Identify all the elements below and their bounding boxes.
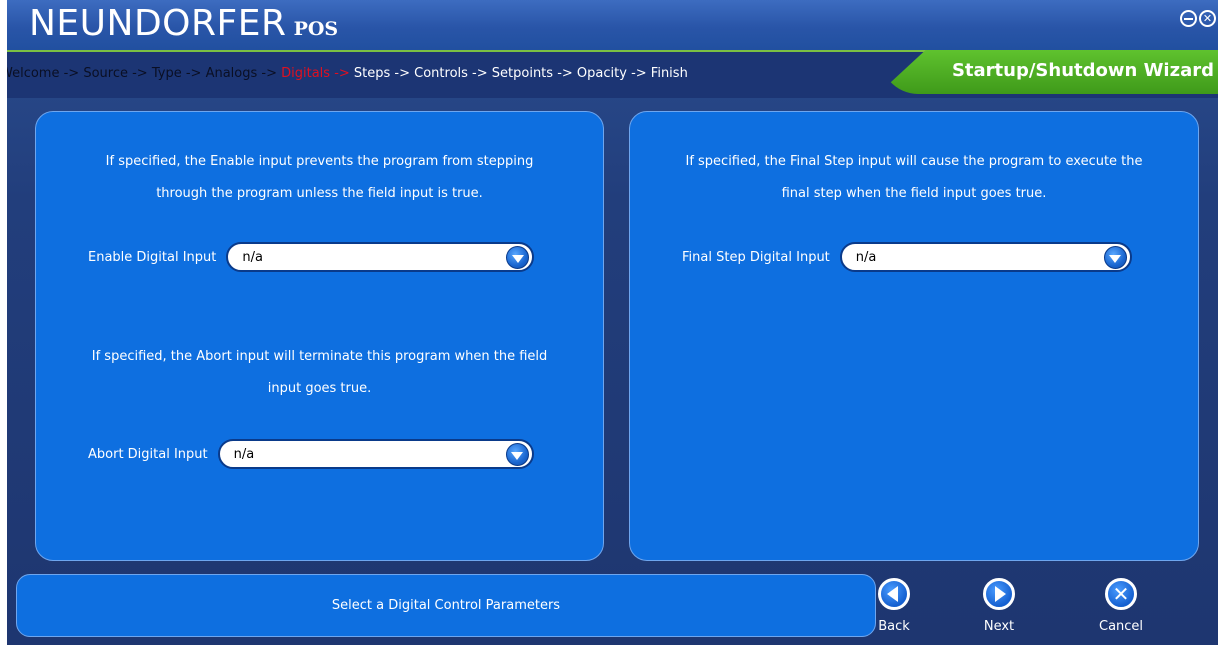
enable-abort-panel: If specified, the Enable input prevents … bbox=[35, 111, 604, 561]
breadcrumb: Welcome -> Source -> Type -> Analogs -> … bbox=[7, 66, 688, 81]
status-message-panel: Select a Digital Control Parameters bbox=[16, 574, 876, 637]
final-desc-line: If specified, the Final Step input will … bbox=[685, 154, 1143, 169]
enable-select-value: n/a bbox=[242, 249, 263, 265]
status-message: Select a Digital Control Parameters bbox=[331, 598, 561, 613]
abort-digital-input-select[interactable]: n/a bbox=[217, 439, 534, 469]
abort-field-row: Abort Digital Input n/a bbox=[88, 439, 534, 469]
final-desc-line: final step when the field input goes tru… bbox=[781, 186, 1047, 201]
next-label: Next bbox=[983, 619, 1015, 634]
final-step-select-value: n/a bbox=[855, 249, 877, 265]
enable-desc-line: If specified, the Enable input prevents … bbox=[105, 154, 534, 169]
breadcrumb-separator: -> bbox=[626, 66, 651, 81]
dropdown-arrow-icon[interactable] bbox=[506, 246, 530, 269]
wizard-window: NEUNDORFER POS ✕ Welcome -> Source -> Ty… bbox=[7, 0, 1218, 645]
breadcrumb-step-setpoints: Setpoints bbox=[491, 66, 554, 81]
breadcrumb-step-welcome: Welcome bbox=[7, 66, 60, 81]
dropdown-arrow-icon[interactable] bbox=[505, 443, 529, 466]
enable-desc-line: through the program unless the field inp… bbox=[156, 186, 483, 201]
breadcrumb-separator: -> bbox=[330, 66, 354, 81]
abort-desc-line: input goes true. bbox=[267, 381, 372, 396]
breadcrumb-separator: -> bbox=[553, 66, 577, 81]
abort-description: If specified, the Abort input will termi… bbox=[36, 341, 603, 405]
app-logo: NEUNDORFER POS bbox=[29, 3, 338, 44]
breadcrumb-separator: -> bbox=[127, 66, 152, 81]
close-circle-icon[interactable]: ✕ bbox=[1199, 10, 1216, 27]
final-step-panel: If specified, the Final Step input will … bbox=[629, 111, 1199, 561]
breadcrumb-step-finish: Finish bbox=[650, 66, 688, 81]
breadcrumb-step-controls: Controls bbox=[414, 66, 468, 81]
minimize-circle-icon[interactable] bbox=[1180, 10, 1197, 27]
final-step-digital-input-select[interactable]: n/a bbox=[839, 242, 1132, 272]
final-step-field-row: Final Step Digital Input n/a bbox=[682, 242, 1132, 272]
brand-name: NEUNDORFER bbox=[29, 3, 287, 44]
breadcrumb-step-digitals: Digitals bbox=[281, 66, 331, 81]
cancel-button[interactable]: ✕ Cancel bbox=[1099, 578, 1143, 634]
breadcrumb-step-type: Type bbox=[151, 66, 182, 81]
enable-field-row: Enable Digital Input n/a bbox=[88, 242, 535, 272]
cancel-x-icon[interactable]: ✕ bbox=[1105, 578, 1138, 610]
back-arrow-icon[interactable] bbox=[878, 578, 910, 610]
breadcrumb-separator: -> bbox=[181, 66, 206, 81]
title-bar: NEUNDORFER POS ✕ bbox=[7, 0, 1218, 50]
enable-label: Enable Digital Input bbox=[88, 249, 217, 265]
breadcrumb-separator: -> bbox=[59, 66, 84, 81]
breadcrumb-separator: -> bbox=[257, 66, 282, 81]
next-arrow-icon[interactable] bbox=[983, 578, 1015, 610]
breadcrumb-step-source: Source bbox=[83, 66, 128, 81]
wizard-title: Startup/Shutdown Wizard bbox=[951, 60, 1214, 81]
dropdown-arrow-icon[interactable] bbox=[1103, 246, 1127, 269]
back-button[interactable]: Back bbox=[878, 578, 910, 634]
brand-suffix: POS bbox=[293, 18, 339, 40]
enable-description: If specified, the Enable input prevents … bbox=[36, 146, 603, 210]
abort-select-value: n/a bbox=[233, 446, 255, 462]
breadcrumb-step-opacity: Opacity bbox=[576, 66, 627, 81]
cancel-label: Cancel bbox=[1099, 619, 1144, 634]
abort-label: Abort Digital Input bbox=[88, 446, 208, 462]
back-label: Back bbox=[878, 619, 910, 634]
breadcrumb-step-analogs: Analogs bbox=[205, 66, 258, 81]
breadcrumb-step-steps: Steps bbox=[353, 66, 391, 81]
breadcrumb-separator: -> bbox=[467, 66, 492, 81]
abort-desc-line: If specified, the Abort input will termi… bbox=[91, 349, 548, 364]
enable-digital-input-select[interactable]: n/a bbox=[226, 242, 535, 272]
breadcrumb-separator: -> bbox=[390, 66, 415, 81]
next-button[interactable]: Next bbox=[983, 578, 1015, 634]
final-step-label: Final Step Digital Input bbox=[682, 249, 830, 265]
final-step-description: If specified, the Final Step input will … bbox=[630, 146, 1198, 210]
window-controls: ✕ bbox=[1180, 10, 1216, 27]
